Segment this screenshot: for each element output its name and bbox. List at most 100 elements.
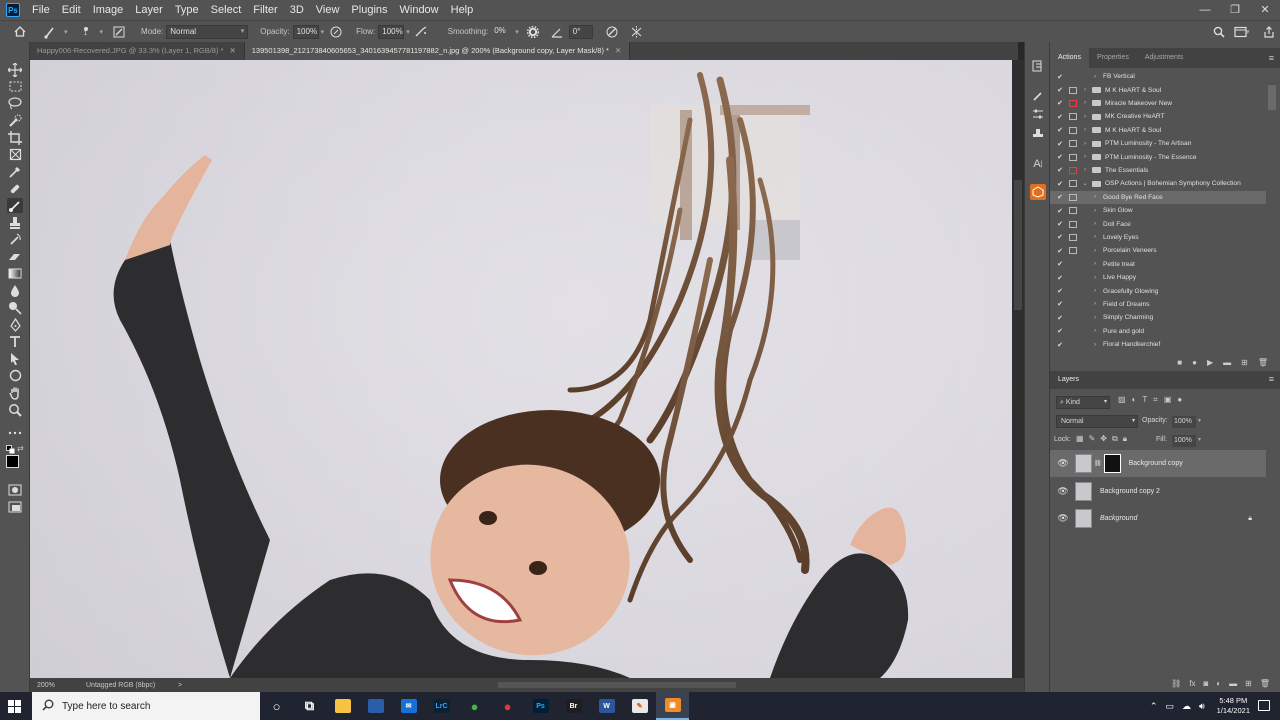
- menu-type[interactable]: Type: [169, 4, 205, 16]
- layer-opacity-input[interactable]: 100%: [1172, 416, 1196, 428]
- dialog-toggle-icon[interactable]: [1069, 153, 1077, 161]
- taskbar-search[interactable]: Type here to search: [32, 692, 260, 720]
- brush-angle-icon[interactable]: [549, 24, 565, 40]
- hand-tool-icon[interactable]: [7, 385, 23, 400]
- taskbar-paint-icon[interactable]: ✎: [623, 692, 656, 720]
- close-tab-icon[interactable]: ✕: [229, 46, 235, 55]
- taskbar-lightroom-classic-icon[interactable]: LrC: [425, 692, 458, 720]
- dialog-toggle-icon[interactable]: [1069, 126, 1077, 134]
- toggle-check-icon[interactable]: ✔: [1055, 166, 1065, 174]
- toggle-check-icon[interactable]: ✔: [1055, 341, 1065, 349]
- vertical-scroll-thumb[interactable]: [1014, 180, 1022, 310]
- gradient-tool-icon[interactable]: [7, 266, 23, 281]
- toggle-check-icon[interactable]: ✔: [1055, 73, 1065, 81]
- brush-settings-icon[interactable]: [111, 24, 127, 40]
- expand-chevron-icon[interactable]: ›: [1081, 141, 1089, 147]
- expand-chevron-icon[interactable]: ›: [1081, 100, 1089, 106]
- smoothing-caret-icon[interactable]: ▾: [515, 28, 519, 36]
- taskbar-file-explorer-icon[interactable]: [326, 692, 359, 720]
- menu-plugins[interactable]: Plugins: [345, 4, 393, 16]
- blend-mode-select[interactable]: Normal ▾: [1056, 415, 1138, 428]
- layer-row[interactable]: 👁︎ ⛓ Background copy: [1050, 450, 1266, 477]
- brush-angle-input[interactable]: 0°: [568, 24, 593, 39]
- dialog-toggle-icon[interactable]: [1069, 180, 1077, 188]
- menu-help[interactable]: Help: [445, 4, 480, 16]
- menu-view[interactable]: View: [310, 4, 346, 16]
- layer-row[interactable]: 👁︎ Background 🔒︎: [1050, 505, 1266, 532]
- fill-input[interactable]: 100%: [1172, 435, 1196, 447]
- tray-up-icon[interactable]: ⌃: [1150, 701, 1158, 712]
- layers-title[interactable]: Layers: [1058, 376, 1079, 383]
- toggle-check-icon[interactable]: ✔: [1055, 260, 1065, 268]
- tab-happy006[interactable]: Happy006-Recovered.JPG @ 33.3% (Layer 1,…: [30, 42, 245, 60]
- layer-style-icon[interactable]: fx: [1189, 679, 1195, 688]
- brush-size-caret-icon[interactable]: ▾: [100, 28, 104, 36]
- more-tools-icon[interactable]: [7, 425, 23, 440]
- toggle-check-icon[interactable]: ✔: [1055, 99, 1065, 107]
- layer-lock-icon[interactable]: 🔒︎: [1248, 515, 1252, 523]
- tab-active-document[interactable]: 139501398_212173840605653_34016394577811…: [244, 42, 631, 60]
- toggle-check-icon[interactable]: ✔: [1055, 113, 1065, 121]
- flow-caret-icon[interactable]: ▾: [406, 28, 410, 36]
- menu-filter[interactable]: Filter: [247, 4, 283, 16]
- dialog-toggle-icon[interactable]: [1069, 207, 1077, 215]
- smartobject-filter-icon[interactable]: ▣: [1164, 395, 1172, 409]
- action-row[interactable]: ✔ › Field of Dreams: [1050, 298, 1266, 311]
- tab-properties[interactable]: Properties: [1089, 48, 1137, 68]
- expand-chevron-icon[interactable]: ›: [1091, 288, 1099, 294]
- dialog-toggle-icon[interactable]: [1069, 247, 1077, 255]
- action-row[interactable]: ✔ › Lovely Eyes: [1050, 231, 1266, 244]
- layer-mask-thumbnail[interactable]: [1103, 454, 1121, 473]
- expand-chevron-icon[interactable]: ›: [1091, 342, 1099, 348]
- quick-selection-tool-icon[interactable]: [7, 113, 23, 128]
- opacity-caret-icon[interactable]: ▾: [321, 28, 325, 36]
- panel-menu-icon[interactable]: ≡: [1269, 48, 1274, 68]
- menu-layer[interactable]: Layer: [129, 4, 169, 16]
- default-colors-icon[interactable]: [6, 445, 15, 454]
- dodge-tool-icon[interactable]: [7, 300, 23, 315]
- airbrush-icon[interactable]: [414, 24, 430, 40]
- expand-chevron-icon[interactable]: ⌄: [1081, 180, 1089, 187]
- taskbar-photoshop-icon[interactable]: Ps: [524, 692, 557, 720]
- adjustment-filter-icon[interactable]: ◐: [1132, 395, 1137, 409]
- action-row[interactable]: ✔ › Petite treat: [1050, 258, 1266, 271]
- history-brush-tool-icon[interactable]: [7, 232, 23, 247]
- dialog-toggle-icon[interactable]: [1069, 301, 1077, 308]
- expand-chevron-icon[interactable]: ›: [1081, 127, 1089, 133]
- dialog-toggle-icon[interactable]: [1069, 233, 1077, 241]
- character-panel-icon[interactable]: A |: [1030, 156, 1046, 172]
- action-row[interactable]: ✔ › The Essentials: [1050, 164, 1266, 177]
- dialog-toggle-icon[interactable]: [1069, 166, 1077, 174]
- toggle-check-icon[interactable]: ✔: [1055, 140, 1065, 148]
- mode-select[interactable]: Normal ▾: [166, 24, 249, 39]
- layer-row[interactable]: 👁︎ Background copy 2: [1050, 478, 1266, 505]
- share-icon[interactable]: [1261, 24, 1277, 40]
- brush-preset-caret-icon[interactable]: ▾: [64, 28, 68, 36]
- brush-size-icon[interactable]: 1: [78, 24, 94, 40]
- dialog-toggle-icon[interactable]: [1069, 288, 1077, 295]
- toggle-check-icon[interactable]: ✔: [1055, 314, 1065, 322]
- action-row[interactable]: ✔ › Porcelain Veneers: [1050, 244, 1266, 257]
- expand-chevron-icon[interactable]: ›: [1091, 74, 1099, 80]
- lock-artboard-icon[interactable]: ⧉: [1112, 434, 1118, 444]
- swap-colors-icon[interactable]: ⇄: [17, 445, 25, 453]
- toggle-check-icon[interactable]: ✔: [1055, 153, 1065, 161]
- action-row[interactable]: ✔ › PTM Luminosity - The Artisan: [1050, 137, 1266, 150]
- actions-scrollbar[interactable]: [1268, 85, 1276, 110]
- quick-mask-icon[interactable]: [7, 482, 23, 497]
- home-icon[interactable]: [12, 24, 28, 40]
- brush-tool-preset-icon[interactable]: [42, 24, 58, 40]
- toggle-check-icon[interactable]: ✔: [1055, 193, 1065, 201]
- plugin-panel-icon[interactable]: [1030, 184, 1046, 200]
- record-icon[interactable]: ●: [1192, 358, 1197, 367]
- dialog-toggle-icon[interactable]: [1069, 328, 1077, 335]
- zoom-tool-icon[interactable]: [7, 402, 23, 417]
- taskbar-word-icon[interactable]: W: [590, 692, 623, 720]
- clock[interactable]: 5:48 PM 1/14/2021: [1217, 696, 1250, 716]
- toggle-check-icon[interactable]: ✔: [1055, 274, 1065, 282]
- lock-image-icon[interactable]: ✎: [1089, 434, 1096, 444]
- link-layers-icon[interactable]: ⛓: [1171, 679, 1181, 688]
- brushes-panel-icon[interactable]: [1030, 88, 1046, 104]
- dialog-toggle-icon[interactable]: [1069, 341, 1077, 348]
- expand-chevron-icon[interactable]: ›: [1091, 221, 1099, 227]
